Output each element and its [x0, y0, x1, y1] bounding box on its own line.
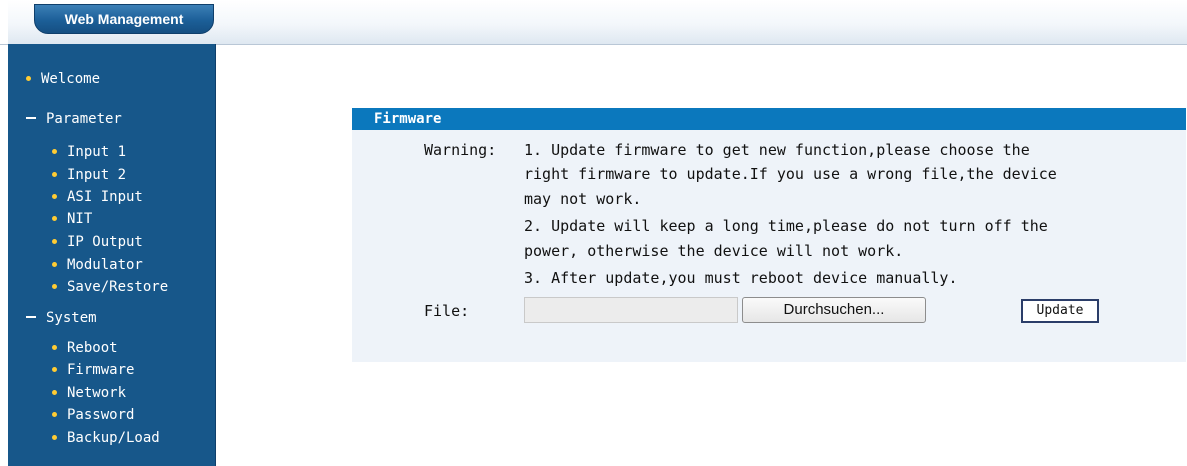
- warning-line: right firmware to update.If you use a wr…: [524, 165, 1057, 183]
- sidebar-item-network[interactable]: Network: [52, 383, 126, 403]
- sidebar-item-password[interactable]: Password: [52, 405, 134, 425]
- sidebar-nav: Welcome Parameter Input 1 Input 2 ASI In…: [8, 44, 216, 466]
- warning-line: 3. After update,you must reboot device m…: [524, 269, 958, 287]
- warning-line: power, otherwise the device will not wor…: [524, 242, 904, 260]
- sidebar-section-label: Parameter: [46, 111, 122, 127]
- bullet-icon: [52, 215, 57, 221]
- brand-title: Web Management: [64, 11, 184, 27]
- sidebar-item-label: Backup/Load: [67, 430, 160, 446]
- sidebar-item-label: Save/Restore: [67, 279, 169, 295]
- file-path-input[interactable]: [524, 297, 738, 323]
- sidebar-item-label: ASI Input: [67, 189, 143, 205]
- collapse-icon: [26, 117, 36, 119]
- sidebar-section-label: System: [46, 310, 97, 326]
- warning-label: Warning:: [424, 141, 497, 159]
- panel-header: Firmware: [352, 108, 1186, 130]
- brand-tab: Web Management: [34, 4, 214, 34]
- sidebar-item-nit[interactable]: NIT: [52, 209, 92, 229]
- sidebar-item-label: Input 1: [67, 144, 127, 160]
- sidebar-item-reboot[interactable]: Reboot: [52, 338, 118, 358]
- update-button[interactable]: Update: [1021, 299, 1099, 323]
- sidebar-item-ip-output[interactable]: IP Output: [52, 232, 143, 252]
- bullet-icon: [52, 366, 57, 372]
- sidebar-item-label: Input 2: [67, 167, 127, 183]
- sidebar-item-label: IP Output: [67, 234, 143, 250]
- sidebar-item-save-restore[interactable]: Save/Restore: [52, 277, 168, 297]
- sidebar-section-system[interactable]: System: [26, 308, 97, 328]
- sidebar-item-label: Welcome: [41, 71, 101, 87]
- file-label: File:: [424, 302, 470, 320]
- sidebar-item-label: Reboot: [67, 340, 118, 356]
- sidebar-item-label: Modulator: [67, 257, 143, 273]
- bullet-icon: [52, 171, 57, 177]
- bullet-icon: [52, 389, 57, 395]
- bullet-icon: [52, 261, 57, 267]
- sidebar-item-welcome[interactable]: Welcome: [26, 69, 100, 89]
- sidebar-item-asi-input[interactable]: ASI Input: [52, 187, 143, 207]
- sidebar-item-label: Password: [67, 407, 135, 423]
- bullet-icon: [26, 75, 31, 81]
- bullet-icon: [52, 411, 57, 417]
- warning-line: 2. Update will keep a long time,please d…: [524, 217, 1048, 235]
- sidebar-section-parameter[interactable]: Parameter: [26, 109, 122, 129]
- bullet-icon: [52, 283, 57, 289]
- warning-line: 1. Update firmware to get new function,p…: [524, 141, 1030, 159]
- sidebar-item-label: NIT: [67, 211, 93, 227]
- bullet-icon: [52, 434, 57, 440]
- bullet-icon: [52, 148, 57, 154]
- sidebar-item-firmware[interactable]: Firmware: [52, 360, 134, 380]
- banner-left-strip: [0, 0, 8, 44]
- bullet-icon: [52, 344, 57, 350]
- browse-button[interactable]: Durchsuchen...: [742, 297, 926, 323]
- sidebar-item-label: Network: [67, 385, 127, 401]
- sidebar-item-input-1[interactable]: Input 1: [52, 142, 126, 162]
- sidebar-item-modulator[interactable]: Modulator: [52, 255, 143, 275]
- bullet-icon: [52, 238, 57, 244]
- sidebar-item-input-2[interactable]: Input 2: [52, 165, 126, 185]
- collapse-icon: [26, 316, 36, 318]
- sidebar-item-backup-load[interactable]: Backup/Load: [52, 428, 160, 448]
- panel-title: Firmware: [374, 111, 442, 127]
- sidebar-item-label: Firmware: [67, 362, 135, 378]
- warning-line: may not work.: [524, 190, 642, 208]
- bullet-icon: [52, 193, 57, 199]
- top-banner: Web Management: [0, 0, 1187, 45]
